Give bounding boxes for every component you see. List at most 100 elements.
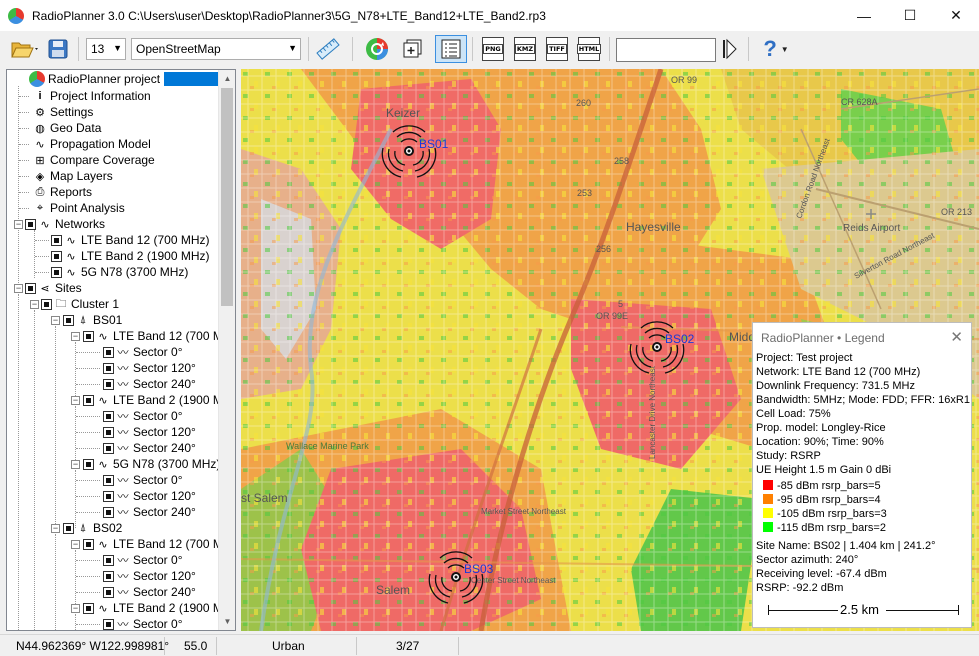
tree-network-band12[interactable]: ∿ LTE Band 12 (700 MHz): [51, 232, 210, 248]
tree-item-cluster[interactable]: 🗀 Cluster 1: [41, 296, 119, 312]
tree-sector[interactable]: 〰 Sector 240°: [103, 584, 196, 600]
sites-collapse-toggle[interactable]: −: [14, 284, 23, 293]
cluster-checkbox[interactable]: [41, 298, 52, 310]
bs01-collapse-toggle[interactable]: −: [51, 316, 60, 325]
tree-item-sites[interactable]: ⋖ Sites: [25, 280, 82, 296]
tree-network-band2[interactable]: ∿ LTE Band 2 (1900 MHz): [51, 248, 210, 264]
sector-checkbox[interactable]: [103, 410, 114, 422]
network-checkbox[interactable]: [51, 266, 62, 278]
tree-bs01-band2[interactable]: ∿ LTE Band 2 (1900 M: [83, 392, 223, 408]
tree-bs01-band12[interactable]: ∿ LTE Band 12 (700 M: [83, 328, 223, 344]
tree-sector[interactable]: 〰 Sector 120°: [103, 568, 196, 584]
cluster-collapse-toggle[interactable]: −: [30, 300, 39, 309]
band-checkbox[interactable]: [83, 330, 94, 342]
scroll-down-icon[interactable]: ▼: [219, 613, 235, 630]
tree-bs02-band2[interactable]: ∿ LTE Band 2 (1900 M: [83, 600, 223, 616]
sector-checkbox[interactable]: [103, 586, 114, 598]
sector-checkbox[interactable]: [103, 618, 114, 630]
band-checkbox[interactable]: [83, 538, 94, 550]
sector-checkbox[interactable]: [103, 442, 114, 454]
tree-sector[interactable]: 〰 Sector 120°: [103, 488, 196, 504]
tree-item-compare-coverage[interactable]: ⊞ Compare Coverage: [31, 152, 154, 168]
tree-item-propagation-model[interactable]: ∿ Propagation Model: [31, 136, 150, 152]
export-png-button[interactable]: PNG: [480, 35, 506, 63]
tree-bs01-n78[interactable]: ∿ 5G N78 (3700 MHz): [83, 456, 220, 472]
save-button[interactable]: [46, 35, 70, 63]
networks-collapse-toggle[interactable]: −: [14, 220, 23, 229]
tree-sector[interactable]: 〰 Sector 240°: [103, 440, 196, 456]
tree-site-bs02[interactable]: ⍋ BS02: [63, 520, 122, 536]
bs02-band12-toggle[interactable]: −: [71, 540, 80, 549]
band-checkbox[interactable]: [83, 394, 94, 406]
minimize-button[interactable]: —: [841, 0, 887, 31]
sector-checkbox[interactable]: [103, 570, 114, 582]
maximize-button[interactable]: ☐: [887, 0, 933, 31]
export-tiff-button[interactable]: TIFF: [544, 35, 570, 63]
export-html-button[interactable]: HTML: [576, 35, 602, 63]
close-button[interactable]: ✕: [933, 0, 979, 31]
signal-waves-icon: 〰: [117, 619, 129, 631]
tree-sector[interactable]: 〰 Sector 120°: [103, 360, 196, 376]
help-button[interactable]: ? ▼: [760, 35, 792, 63]
legend-close-icon[interactable]: ✕: [950, 328, 963, 346]
networks-checkbox[interactable]: [25, 218, 36, 230]
map-label-lancaster: Lancaster Drive Northeast: [648, 365, 657, 459]
go-button[interactable]: [720, 35, 740, 63]
site-checkbox[interactable]: [63, 314, 74, 326]
antenna-tower-icon: ⍋: [79, 521, 87, 534]
bs02-band2-toggle[interactable]: −: [71, 604, 80, 613]
tree-site-bs01[interactable]: ⍋ BS01: [63, 312, 122, 328]
tree-item-networks[interactable]: ∿ Networks: [25, 216, 105, 232]
bs01-band2-toggle[interactable]: −: [71, 396, 80, 405]
export-kmz-button[interactable]: KMZ: [512, 35, 538, 63]
tree-sector[interactable]: 〰 Sector 120°: [103, 424, 196, 440]
globe-icon: ◍: [35, 122, 45, 135]
tree-bs02-band12[interactable]: ∿ LTE Band 12 (700 M: [83, 536, 223, 552]
sector-checkbox[interactable]: [103, 490, 114, 502]
tree-item-map-layers[interactable]: ◈ Map Layers: [31, 168, 113, 184]
tree-sector[interactable]: 〰 Sector 0°: [103, 472, 183, 488]
tree-sector[interactable]: 〰 Sector 0°: [103, 344, 183, 360]
tree-item-project-information[interactable]: i Project Information: [31, 88, 150, 104]
tree-item-settings[interactable]: ⚙ Settings: [31, 104, 93, 120]
tree-sector[interactable]: 〰 Sector 0°: [103, 616, 183, 631]
tree-sector[interactable]: 〰 Sector 240°: [103, 376, 196, 392]
calculate-coverage-button[interactable]: [362, 35, 392, 63]
sector-checkbox[interactable]: [103, 346, 114, 358]
add-layer-button[interactable]: [400, 35, 426, 63]
sector-checkbox[interactable]: [103, 362, 114, 374]
network-checkbox[interactable]: [51, 234, 62, 246]
open-folder-button[interactable]: [8, 35, 42, 63]
network-checkbox[interactable]: [51, 250, 62, 262]
tree-network-n78[interactable]: ∿ 5G N78 (3700 MHz): [51, 264, 188, 280]
zoom-level-select[interactable]: 13 ▼: [86, 38, 126, 60]
point-icon: ⌖: [36, 201, 44, 214]
legend-toggle-button[interactable]: [435, 35, 467, 63]
tree-root-project[interactable]: RadioPlanner project: [29, 71, 235, 87]
sector-checkbox[interactable]: [103, 378, 114, 390]
tree-item-reports[interactable]: ⎙ Reports: [31, 184, 92, 200]
tree-sector[interactable]: 〰 Sector 0°: [103, 552, 183, 568]
legend-bin: -95 dBm rsrp_bars=4: [763, 494, 881, 506]
sector-checkbox[interactable]: [103, 474, 114, 486]
tree-scrollbar[interactable]: ▲ ▼: [218, 70, 235, 630]
map-source-select[interactable]: OpenStreetMap ▼: [131, 38, 301, 60]
site-checkbox[interactable]: [63, 522, 74, 534]
band-checkbox[interactable]: [83, 602, 94, 614]
tree-sector[interactable]: 〰 Sector 240°: [103, 504, 196, 520]
sector-checkbox[interactable]: [103, 506, 114, 518]
band-checkbox[interactable]: [83, 458, 94, 470]
sites-checkbox[interactable]: [25, 282, 36, 294]
search-input[interactable]: [616, 38, 716, 62]
tree-sector[interactable]: 〰 Sector 0°: [103, 408, 183, 424]
sector-checkbox[interactable]: [103, 426, 114, 438]
bs01-band12-toggle[interactable]: −: [71, 332, 80, 341]
scroll-up-icon[interactable]: ▲: [219, 70, 235, 87]
tree-item-point-analysis[interactable]: ⌖ Point Analysis: [31, 200, 125, 216]
ruler-button[interactable]: [314, 35, 342, 63]
sector-checkbox[interactable]: [103, 554, 114, 566]
tree-item-geo-data[interactable]: ◍ Geo Data: [31, 120, 101, 136]
bs02-collapse-toggle[interactable]: −: [51, 524, 60, 533]
bs01-n78-toggle[interactable]: −: [71, 460, 80, 469]
scroll-thumb[interactable]: [221, 88, 233, 306]
